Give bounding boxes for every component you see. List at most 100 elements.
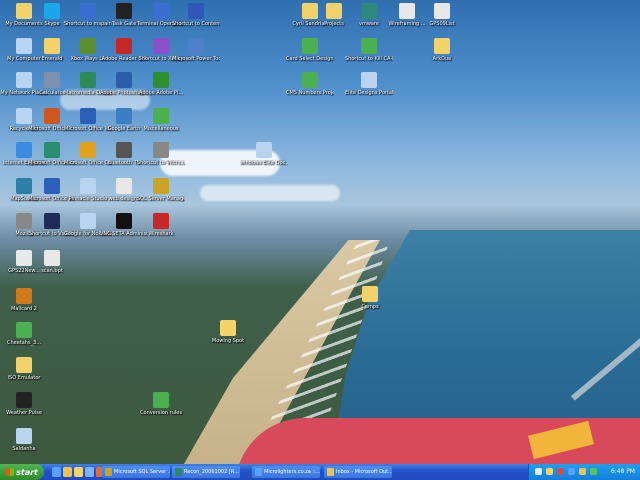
network-icon[interactable] (535, 468, 542, 475)
sound-icon[interactable] (546, 468, 553, 475)
paint-icon (80, 3, 96, 19)
desktop-icon-label: scan.bpt (41, 268, 63, 274)
document-icon (302, 72, 318, 88)
word-icon (44, 178, 60, 194)
shortcut-icon (361, 38, 377, 54)
desktop-icon-label: Miscellaneous (143, 126, 179, 132)
desktop-icon[interactable] (85, 467, 94, 477)
desktop-icon-label: Cheetahs_3... (6, 340, 42, 346)
document-icon (116, 178, 132, 194)
desktop-icon[interactable]: Saldanha (0, 428, 48, 452)
vmware-icon (361, 3, 377, 19)
folder-icon[interactable] (74, 467, 83, 477)
word-icon (80, 108, 96, 124)
desktop-icon-label: Wireshark (148, 231, 174, 237)
desktop-icon[interactable]: GPS09List (418, 3, 466, 27)
document-icon (399, 3, 415, 19)
vnc-icon (116, 213, 132, 229)
app-icon (116, 3, 132, 19)
ie-icon[interactable] (52, 467, 61, 477)
app-icon (116, 142, 132, 158)
desktop-icon[interactable]: Mowing Spot (204, 320, 252, 344)
bluetooth-icon[interactable] (568, 468, 575, 475)
app-icon (80, 38, 96, 54)
desktop-icon[interactable]: windows Elite Doc... (240, 142, 288, 166)
taskbar-button-label: Microsoft SQL Server ... (114, 469, 170, 475)
pdf-icon (116, 38, 132, 54)
shortcut-icon (153, 38, 169, 54)
folder-icon (220, 320, 236, 336)
sql-icon (153, 178, 169, 194)
document-icon (256, 142, 272, 158)
document-icon (302, 38, 318, 54)
terminal-icon (153, 3, 169, 19)
dreamweaver-icon (80, 72, 96, 88)
taskbar-button-label: Recon_20061002 [R... (184, 469, 239, 475)
taskbar-button[interactable]: Microsoft SQL Server ... (102, 466, 170, 478)
document-icon (153, 392, 169, 408)
globe-icon (116, 108, 132, 124)
desktop-icon[interactable]: Mallcard 2 (0, 288, 48, 312)
shield-icon[interactable] (579, 468, 586, 475)
document-icon (44, 250, 60, 266)
document-icon (16, 322, 32, 338)
outlook-icon[interactable] (63, 467, 72, 477)
start-button[interactable]: start (0, 464, 44, 480)
desktop-icon[interactable]: ArkDue (418, 38, 466, 62)
desktop-icon[interactable]: scan.bpt (28, 250, 76, 274)
document-icon (361, 72, 377, 88)
folder-icon (326, 3, 342, 19)
desktop-icon[interactable]: SQL Server Manageme... (137, 178, 185, 202)
calculator-icon (44, 72, 60, 88)
cloud (200, 185, 340, 201)
desktop-icon-label: Camps (361, 304, 379, 310)
desktop-icon[interactable]: Conversion rules (137, 392, 185, 416)
shortcut-icon (188, 3, 204, 19)
desktop-icon[interactable]: ISO Emulator (0, 357, 48, 381)
desktop-icon-label: CMS Numbers Project (286, 90, 334, 96)
taskbar-button[interactable]: Recon_20061002 [R... (172, 466, 240, 478)
desktop-icon-label: Shortcut to Content (172, 21, 220, 27)
desktop-icon[interactable]: Wireshark (137, 213, 185, 237)
messenger-icon[interactable] (590, 468, 597, 475)
system-tray: 6:48 PM (528, 464, 640, 480)
document-icon (153, 108, 169, 124)
desktop-icon-label: Mowing Spot (211, 338, 245, 344)
desktop-icon[interactable]: Elite Designs Portal (345, 72, 393, 96)
desktop-icon[interactable]: CMS Numbers Project (286, 72, 334, 96)
desktop-icon-label: Shortcut to Vitcrs.dll (137, 160, 185, 166)
taskbar-button[interactable]: Inbox - Microsoft Out... (324, 466, 392, 478)
document-icon (434, 3, 450, 19)
app-icon (153, 213, 169, 229)
taskbar-button-label: Microlighters.co.za ::... (264, 469, 320, 475)
document-icon (80, 213, 96, 229)
desktop-icon[interactable]: Shortcut to Kill CA-Eldorado (345, 38, 393, 62)
desktop-icon[interactable]: Adobe Adobe Pl... (137, 72, 185, 96)
desktop-icon-label: ArkDue (432, 56, 452, 62)
antivirus-icon[interactable] (557, 468, 564, 475)
desktop-icon-label: Adobe Adobe Pl... (139, 90, 183, 96)
photoshop-icon (116, 72, 132, 88)
desktop-wallpaper: My Documents Skype Shortcut to mspaint Task… (0, 0, 640, 464)
desktop-icon[interactable]: Card Select Designs (286, 38, 334, 62)
taskbar: start Microsoft SQL Server ... Recon_2006… (0, 464, 640, 480)
desktop-icon-label: ISO Emulator (7, 375, 41, 381)
weather-icon (16, 392, 32, 408)
desktop-icon[interactable]: Miscellaneous (137, 108, 185, 132)
app-icon (16, 288, 32, 304)
desktop-icon-label: Microsoft Power Tools (172, 56, 220, 62)
desktop-icon[interactable]: Shortcut to Vitcrs.dll (137, 142, 185, 166)
desktop-icon[interactable]: Weather Pulse (0, 392, 48, 416)
desktop-icon-label: Mallcard 2 (11, 306, 37, 312)
desktop-icon[interactable]: Cheetahs_3... (0, 322, 48, 346)
taskbar-button[interactable]: Microlighters.co.za ::... (252, 466, 320, 478)
windows-flag-icon (6, 468, 15, 476)
clock: 6:48 PM (610, 468, 635, 475)
outlook-icon (80, 142, 96, 158)
shortcut-icon (44, 213, 60, 229)
desktop-icon[interactable]: Shortcut to Content (172, 3, 220, 27)
skype-icon (44, 3, 60, 19)
document-icon (80, 178, 96, 194)
desktop-icon[interactable]: Microsoft Power Tools (172, 38, 220, 62)
desktop-icon[interactable]: Camps (346, 286, 394, 310)
